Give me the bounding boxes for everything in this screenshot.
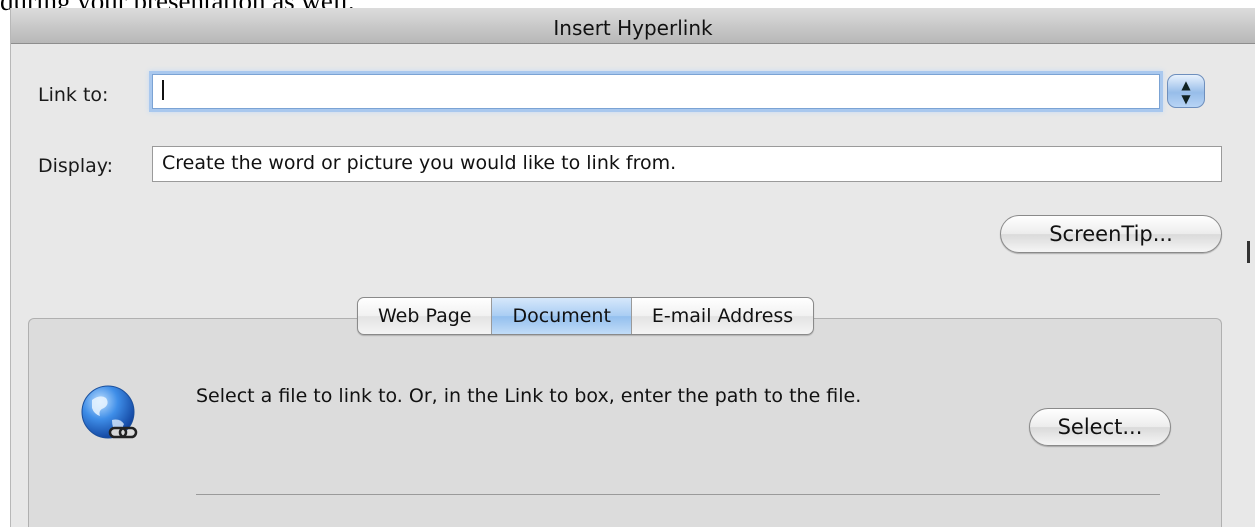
display-input[interactable]: Create the word or picture you would lik… bbox=[152, 146, 1222, 182]
dialog-titlebar[interactable]: Insert Hyperlink bbox=[11, 8, 1255, 44]
link-to-label: Link to: bbox=[38, 84, 109, 106]
link-to-input[interactable] bbox=[152, 74, 1160, 109]
select-button[interactable]: Select... bbox=[1029, 408, 1171, 446]
link-type-tabs: Web Page Document E-mail Address bbox=[357, 297, 815, 335]
tab-document[interactable]: Document bbox=[492, 298, 632, 334]
display-label: Display: bbox=[38, 155, 114, 177]
up-down-arrows-icon[interactable]: ▲ ▼ bbox=[1167, 74, 1205, 108]
screentip-button[interactable]: ScreenTip... bbox=[1000, 215, 1222, 253]
document-description: Select a file to link to. Or, in the Lin… bbox=[196, 385, 862, 407]
tab-email-address[interactable]: E-mail Address bbox=[632, 298, 813, 334]
dialog-title: Insert Hyperlink bbox=[553, 16, 713, 40]
text-caret bbox=[162, 80, 164, 100]
globe-link-icon bbox=[81, 385, 138, 439]
edge-mark bbox=[1247, 241, 1250, 263]
panel-divider bbox=[196, 494, 1160, 495]
tab-web-page[interactable]: Web Page bbox=[358, 298, 493, 334]
